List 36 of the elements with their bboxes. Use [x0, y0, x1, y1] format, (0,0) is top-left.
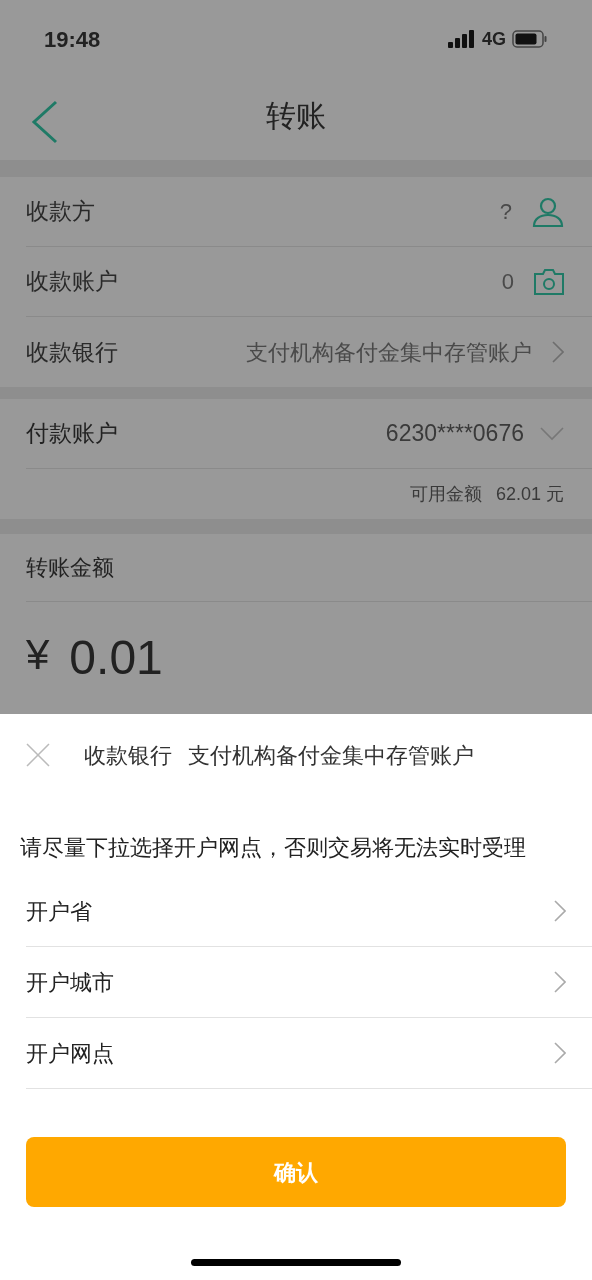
row-label: 收款银行	[26, 337, 119, 367]
chevron-right-icon	[554, 971, 566, 993]
row-label: 收款方	[26, 197, 96, 227]
account-number[interactable]: 6230****0676	[385, 416, 524, 451]
network-label: 4G	[482, 27, 506, 51]
row-value: 0	[501, 268, 514, 296]
row-label: 开户网点	[26, 1039, 115, 1068]
person-icon[interactable]	[532, 195, 564, 228]
hint-text: 请尽量下拉选择开户网点，否则交易将无法实时受理	[20, 834, 526, 862]
picker-row[interactable]: 开户省	[26, 876, 592, 947]
sheet-title-value: 支付机构备付金集中存管账户	[188, 741, 474, 770]
sheet-title-label: 收款银行	[84, 741, 172, 770]
battery-icon	[512, 30, 548, 48]
currency-symbol: ¥	[26, 629, 50, 680]
camera-icon[interactable]	[534, 268, 564, 295]
page-title: 转账	[266, 97, 326, 134]
amount-value: 0.01	[69, 630, 163, 686]
row-label: 付款账户	[26, 419, 119, 449]
signal-icon	[448, 30, 476, 48]
picker-row[interactable]: 开户网点	[26, 1018, 592, 1089]
picker-row[interactable]: 开户城市	[26, 947, 592, 1018]
chevron-right-icon	[554, 1042, 566, 1064]
close-icon[interactable]	[26, 743, 50, 767]
row-label: 开户省	[26, 897, 93, 926]
amount-label: 转账金额	[26, 554, 114, 582]
chevron-right-icon	[554, 900, 566, 922]
chevron-down-icon[interactable]	[540, 426, 564, 441]
status-time: 19:48	[44, 25, 101, 54]
chevron-right-icon	[552, 341, 564, 363]
row-value: ?	[499, 198, 512, 226]
available-amount: 62.01 元	[495, 482, 564, 506]
row-label: 开户城市	[26, 968, 115, 997]
back-icon	[30, 100, 58, 144]
row-value: 支付机构备付金集中存管账户	[246, 338, 532, 367]
row-label: 收款账户	[26, 267, 119, 297]
available-label: 可用金额	[409, 482, 482, 506]
